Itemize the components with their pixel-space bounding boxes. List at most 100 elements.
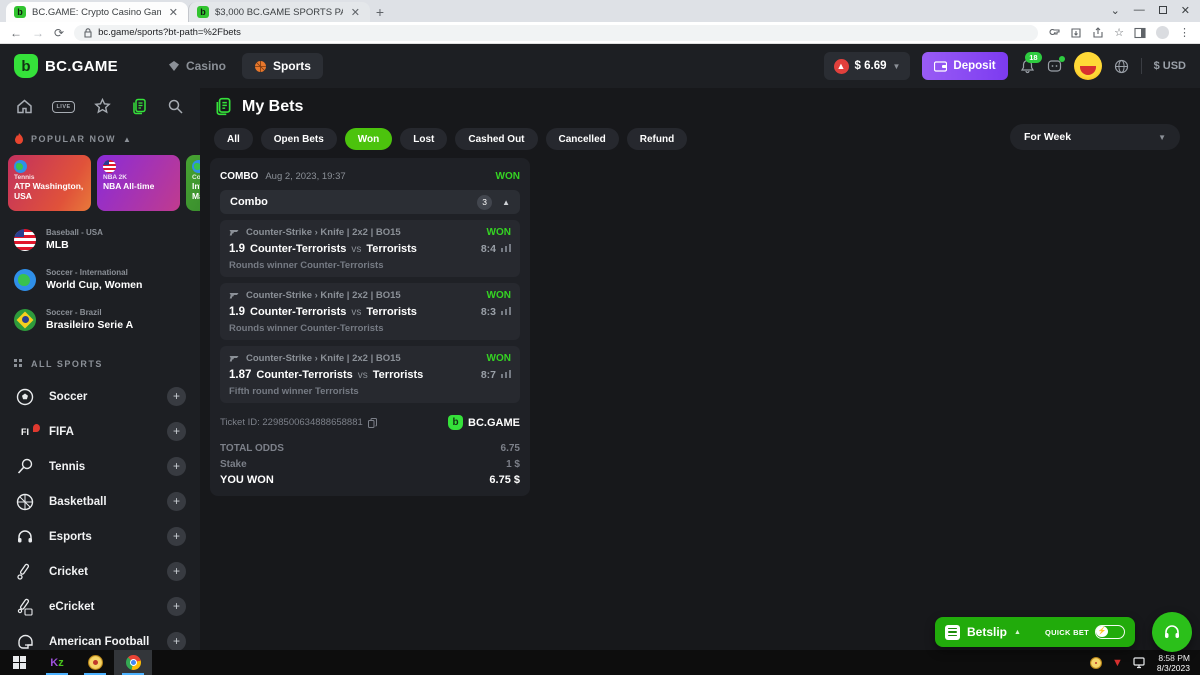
stats-bars-icon[interactable]: [501, 369, 511, 378]
stats-bars-icon[interactable]: [501, 243, 511, 252]
favorites-star-icon[interactable]: [94, 98, 111, 115]
bet-status-badge: WON: [496, 171, 520, 182]
filter-all[interactable]: All: [214, 128, 253, 150]
expand-fifa-button[interactable]: +: [167, 422, 186, 441]
period-dropdown[interactable]: For Week ▼: [1010, 124, 1180, 150]
window-controls: ⌄ — ✕: [1111, 0, 1196, 20]
home-icon[interactable]: [16, 98, 33, 115]
popular-card-nba[interactable]: NBA 2K NBA All-time: [97, 155, 180, 211]
popular-item-worldcup[interactable]: Soccer - International World Cup, Women: [14, 268, 186, 291]
chat-button[interactable]: [1047, 59, 1062, 74]
tray-coin-icon[interactable]: [1090, 657, 1102, 669]
close-icon[interactable]: ✕: [1181, 4, 1190, 17]
chevron-down-icon: ▼: [893, 62, 901, 71]
bcgame-logo[interactable]: b BC.GAME: [14, 54, 118, 78]
expand-cricket-button[interactable]: +: [167, 562, 186, 581]
filter-refund[interactable]: Refund: [627, 128, 687, 150]
sidebar-sport-american-football[interactable]: American Football +: [0, 624, 200, 650]
taskbar-app-coin[interactable]: [76, 650, 114, 675]
expand-basketball-button[interactable]: +: [167, 492, 186, 511]
betslip-bar[interactable]: Betslip ▲ QUICK BET ⚡: [935, 617, 1135, 647]
quick-bet-toggle[interactable]: ⚡: [1095, 625, 1125, 639]
expand-ecricket-button[interactable]: +: [167, 597, 186, 616]
browser-tab-1[interactable]: b BC.GAME: Crypto Casino Games ✕: [6, 2, 188, 22]
notifications-button[interactable]: 18: [1020, 59, 1035, 74]
all-sports-label: ALL SPORTS: [31, 359, 103, 369]
tab-close-icon[interactable]: ✕: [167, 6, 180, 19]
card-title: NBA All-time: [103, 181, 174, 191]
bookmark-star-icon[interactable]: ☆: [1114, 26, 1124, 39]
balance-amount: $ 6.69: [855, 60, 887, 72]
filter-open-bets[interactable]: Open Bets: [261, 128, 337, 150]
expand-soccer-button[interactable]: +: [167, 387, 186, 406]
bet-leg[interactable]: Counter-Strike › Knife | 2x2 | BO15 WON …: [220, 220, 520, 277]
support-button[interactable]: [1152, 612, 1192, 652]
popular-now-header[interactable]: POPULAR NOW ▲: [14, 133, 186, 145]
item-title: Brasileiro Serie A: [46, 319, 133, 331]
stats-bars-icon[interactable]: [501, 306, 511, 315]
notification-count-badge: 18: [1025, 52, 1041, 63]
side-panel-icon[interactable]: [1134, 27, 1146, 39]
forward-icon[interactable]: →: [32, 26, 44, 40]
chevron-down-icon[interactable]: ⌄: [1111, 4, 1120, 17]
sidebar-sport-cricket[interactable]: Cricket +: [0, 554, 200, 589]
browser-tab-2[interactable]: b $3,000 BC.GAME SPORTS PARLA ✕: [188, 2, 370, 22]
browser-toolbar: ← → ⟳ bc.game/sports?bt-path=%2Fbets ☆ ⋮: [0, 22, 1200, 44]
my-bets-icon[interactable]: [131, 98, 148, 115]
popular-item-brasileiro[interactable]: Soccer - Brazil Brasileiro Serie A: [14, 308, 186, 331]
taskbar-clock[interactable]: 8:58 PM 8/3/2023: [1157, 653, 1190, 673]
sidebar-sport-soccer[interactable]: Soccer +: [0, 379, 200, 414]
bet-leg[interactable]: Counter-Strike › Knife | 2x2 | BO15 WON …: [220, 346, 520, 403]
taskbar-app-kz[interactable]: Kz: [38, 650, 76, 675]
search-icon[interactable]: [167, 98, 184, 115]
bet-leg[interactable]: Counter-Strike › Knife | 2x2 | BO15 WON …: [220, 283, 520, 340]
start-button[interactable]: [0, 650, 38, 675]
currency-selector[interactable]: $ USD: [1154, 60, 1186, 72]
popular-card-tennis[interactable]: Tennis ATP Washington, USA: [8, 155, 91, 211]
filter-won[interactable]: Won: [345, 128, 392, 150]
address-bar[interactable]: bc.game/sports?bt-path=%2Fbets: [74, 25, 1038, 41]
nav-casino[interactable]: Casino: [156, 53, 238, 79]
combo-toggle-row[interactable]: Combo 3 ▲: [220, 190, 520, 214]
popular-card-masters[interactable]: Count Intel E Maste: [186, 155, 200, 211]
filter-lost[interactable]: Lost: [400, 128, 447, 150]
us-flag-icon: [14, 229, 36, 251]
sidebar-sport-fifa[interactable]: FI FIFA +: [0, 414, 200, 449]
popular-item-mlb[interactable]: Baseball - USA MLB: [14, 228, 186, 251]
sidebar-sport-basketball[interactable]: Basketball +: [0, 484, 200, 519]
taskbar-app-chrome[interactable]: [114, 650, 152, 675]
nav-sports[interactable]: Sports: [242, 53, 323, 79]
browser-profile-avatar[interactable]: [1156, 26, 1169, 39]
quick-bet-label: QUICK BET: [1045, 628, 1089, 637]
new-tab-button[interactable]: +: [370, 2, 390, 22]
browser-menu-icon[interactable]: ⋮: [1179, 26, 1190, 39]
user-avatar[interactable]: [1074, 52, 1102, 80]
save-icon[interactable]: [1070, 27, 1082, 39]
expand-esports-button[interactable]: +: [167, 527, 186, 546]
sidebar-sport-esports[interactable]: Esports +: [0, 519, 200, 554]
tray-red-arrow-icon[interactable]: ▼: [1112, 657, 1123, 669]
item-category: Soccer - Brazil: [46, 308, 133, 317]
network-display-icon[interactable]: [1133, 657, 1147, 669]
deposit-button[interactable]: Deposit: [922, 52, 1007, 80]
share-icon[interactable]: [1092, 27, 1104, 39]
password-key-icon[interactable]: [1048, 27, 1060, 39]
tab-title: $3,000 BC.GAME SPORTS PARLA: [215, 7, 343, 18]
card-tag: Count: [192, 174, 200, 181]
filter-cashed-out[interactable]: Cashed Out: [455, 128, 537, 150]
language-globe-icon[interactable]: [1114, 59, 1129, 74]
sidebar-sport-ecricket[interactable]: eCricket +: [0, 589, 200, 624]
expand-american-football-button[interactable]: +: [167, 632, 186, 650]
leg-market: Rounds winner Counter-Terrorists: [229, 323, 511, 334]
sidebar-sport-tennis[interactable]: Tennis +: [0, 449, 200, 484]
filter-cancelled[interactable]: Cancelled: [546, 128, 619, 150]
copy-icon[interactable]: [368, 418, 377, 428]
minimize-icon[interactable]: —: [1134, 4, 1145, 16]
balance-selector[interactable]: ▲ $ 6.69 ▼: [824, 52, 911, 80]
tab-close-icon[interactable]: ✕: [349, 6, 362, 19]
back-icon[interactable]: ←: [10, 26, 22, 40]
live-icon[interactable]: LIVE: [52, 101, 74, 113]
restore-icon[interactable]: [1159, 6, 1167, 14]
refresh-icon[interactable]: ⟳: [54, 26, 64, 40]
expand-tennis-button[interactable]: +: [167, 457, 186, 476]
